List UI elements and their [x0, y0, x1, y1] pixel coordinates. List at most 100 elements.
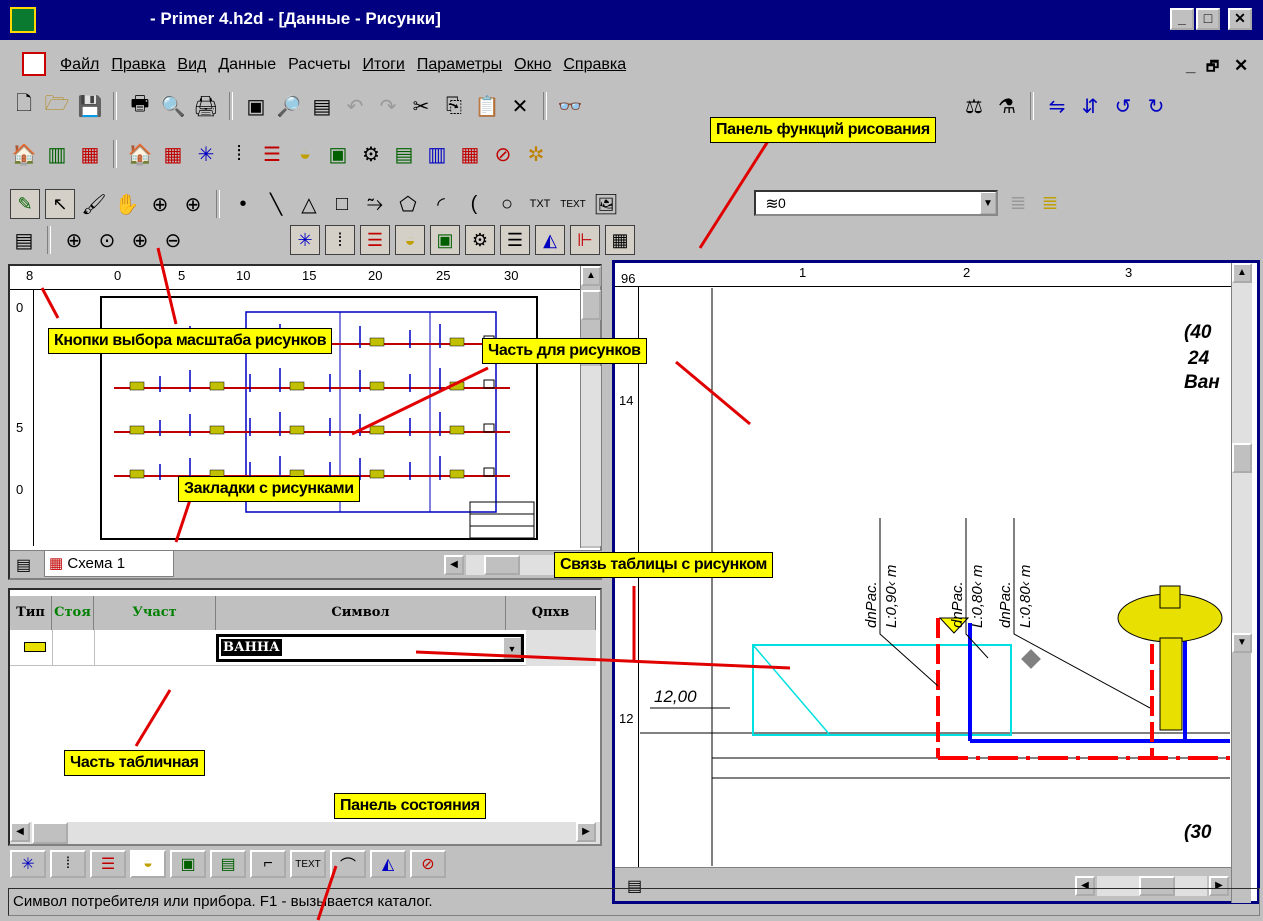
brush-icon[interactable]: 🖌	[80, 190, 108, 218]
pipes-icon[interactable]: ☰	[258, 140, 286, 168]
copy-icon[interactable]: ⎘	[440, 92, 468, 120]
column-header-symbol[interactable]: Символ	[216, 596, 506, 630]
scroll-up-button[interactable]: ▲	[1232, 263, 1252, 283]
scroll-thumb[interactable]	[1232, 443, 1252, 473]
table-horizontal-scrollbar[interactable]: ◀ ▶	[10, 822, 600, 844]
vertical-scrollbar[interactable]: ▲ ▼	[1231, 263, 1252, 903]
print-preview-icon[interactable]: 🔍	[159, 92, 187, 120]
flip-vertical-icon[interactable]: ⇵	[1076, 92, 1104, 120]
forbid-icon[interactable]: ⊘	[489, 140, 517, 168]
circle-icon[interactable]: ○	[493, 190, 521, 218]
table-icon[interactable]: ▦	[605, 225, 635, 255]
text-icon[interactable]: TXT	[526, 190, 554, 218]
polyline-icon[interactable]: ⥲	[361, 190, 389, 218]
layer-edit-icon[interactable]: ≣	[1036, 188, 1064, 216]
symbol-combobox[interactable]: ВАННА ▼	[216, 634, 524, 662]
paste-icon[interactable]: 📋	[473, 92, 501, 120]
list-icon[interactable]: ☰	[500, 225, 530, 255]
binoculars-icon[interactable]: 👓	[556, 92, 584, 120]
rotate-left-icon[interactable]: ↺	[1109, 92, 1137, 120]
scroll-thumb[interactable]	[581, 290, 601, 320]
mdi-close-button[interactable]: ✕	[1234, 56, 1248, 76]
riser-icon[interactable]: ⁞	[325, 225, 355, 255]
layer-dropdown-button[interactable]: ▼	[980, 192, 996, 214]
layer-select[interactable]: 0	[754, 190, 998, 216]
scroll-thumb[interactable]	[484, 555, 520, 575]
tab-scheme-1[interactable]: ▦ Схема 1	[44, 551, 174, 577]
drawing-pane[interactable]: 96 1 2 3 14 12 12,00 dnPac. L:0,90‹ m dn…	[612, 260, 1260, 904]
polygon-icon[interactable]: ⬠	[394, 190, 422, 218]
network-icon[interactable]: ✳	[10, 850, 46, 878]
rectangle-icon[interactable]: □	[328, 190, 356, 218]
scroll-up-button[interactable]: ▲	[581, 266, 601, 286]
riser-red-icon[interactable]: ⊩	[570, 225, 600, 255]
weight-icon[interactable]: ⚗	[993, 92, 1021, 120]
arc-icon[interactable]: ◜	[427, 190, 455, 218]
scroll-left-button[interactable]: ◀	[444, 555, 464, 575]
export-icon[interactable]: ▣	[242, 92, 270, 120]
pump-icon[interactable]: ▣	[170, 850, 206, 878]
meter-icon[interactable]: ⚙	[357, 140, 385, 168]
pump-icon[interactable]: ▣	[324, 140, 352, 168]
meter-icon[interactable]: ⚙	[465, 225, 495, 255]
mdi-minimize-button[interactable]: _	[1186, 56, 1195, 76]
flip-horizontal-icon[interactable]: ⇋	[1043, 92, 1071, 120]
zoom-in-icon[interactable]: ⊕	[179, 190, 207, 218]
open-folder-icon[interactable]: 🗁	[43, 92, 71, 120]
flow-cell[interactable]	[526, 630, 596, 666]
bath-icon[interactable]: ◒	[130, 850, 166, 878]
column-header-type[interactable]: Тип	[10, 596, 52, 630]
zoom-minus-icon[interactable]: ⊖	[159, 226, 187, 254]
pump-icon[interactable]: ▣	[430, 225, 460, 255]
forbid-icon[interactable]: ⊘	[410, 850, 446, 878]
column-header-flow[interactable]: Qпхв	[506, 596, 596, 630]
pipes-icon[interactable]: ☰	[90, 850, 126, 878]
network-icon[interactable]: ✳	[290, 225, 320, 255]
triangle-icon[interactable]: △	[295, 190, 323, 218]
scroll-thumb[interactable]	[32, 822, 68, 844]
bath-icon[interactable]: ◒	[395, 225, 425, 255]
symbol-dropdown-button[interactable]: ▼	[503, 637, 521, 659]
riser-icon[interactable]: ⁞	[50, 850, 86, 878]
menu-data[interactable]: Данные	[218, 56, 276, 74]
scale-props-icon[interactable]: ▤	[10, 226, 38, 254]
house-icon[interactable]: 🏠	[126, 140, 154, 168]
zoom-area-icon[interactable]: ⊕	[146, 190, 174, 218]
close-button[interactable]: ✕	[1228, 8, 1252, 30]
bath-icon[interactable]: ◒	[291, 140, 319, 168]
text-leader-icon[interactable]: TEXT	[559, 190, 587, 218]
form-icon[interactable]: ▥	[43, 140, 71, 168]
vertical-scrollbar[interactable]: ▲	[580, 266, 601, 548]
menu-view[interactable]: Вид	[177, 56, 206, 74]
text-icon[interactable]: TEXT	[290, 850, 326, 878]
boiler-icon[interactable]: ▦	[456, 140, 484, 168]
undo-icon[interactable]: ↶	[341, 92, 369, 120]
zoom-prev-icon[interactable]: ⊙	[93, 226, 121, 254]
maximize-button[interactable]: □	[1196, 8, 1220, 30]
properties-icon[interactable]: ▤	[308, 92, 336, 120]
zoom-plus-icon[interactable]: ⊕	[126, 226, 154, 254]
scroll-down-button[interactable]: ▼	[1232, 633, 1252, 653]
menu-params[interactable]: Параметры	[417, 56, 502, 74]
connection-icon[interactable]: ⌐	[250, 850, 286, 878]
print-setup-icon[interactable]: 🖶	[126, 92, 154, 120]
document-icon[interactable]	[22, 52, 46, 76]
menu-edit[interactable]: Правка	[111, 56, 165, 74]
cut-icon[interactable]: ✂	[407, 92, 435, 120]
tank-icon[interactable]: ▤	[210, 850, 246, 878]
fill-icon[interactable]: ◭	[535, 225, 565, 255]
table-row[interactable]: ВАННА ▼	[10, 630, 596, 666]
zoom-fit-icon[interactable]: ⊕	[60, 226, 88, 254]
pan-hand-icon[interactable]: ✋	[113, 190, 141, 218]
tank-icon[interactable]: ▤	[390, 140, 418, 168]
align-icon[interactable]: ⚖	[960, 92, 988, 120]
grid-icon[interactable]: ▦	[159, 140, 187, 168]
line-icon[interactable]: ╲	[262, 190, 290, 218]
new-file-icon[interactable]: 🗋	[10, 92, 38, 120]
find-icon[interactable]: 🔎	[275, 92, 303, 120]
valve-icon[interactable]: ✲	[522, 140, 550, 168]
tab-props-icon[interactable]: ▤	[16, 555, 31, 575]
select-arrow-icon[interactable]: ↖	[45, 189, 75, 219]
rotate-right-icon[interactable]: ↻	[1142, 92, 1170, 120]
building-icon[interactable]: 🏠	[10, 140, 38, 168]
